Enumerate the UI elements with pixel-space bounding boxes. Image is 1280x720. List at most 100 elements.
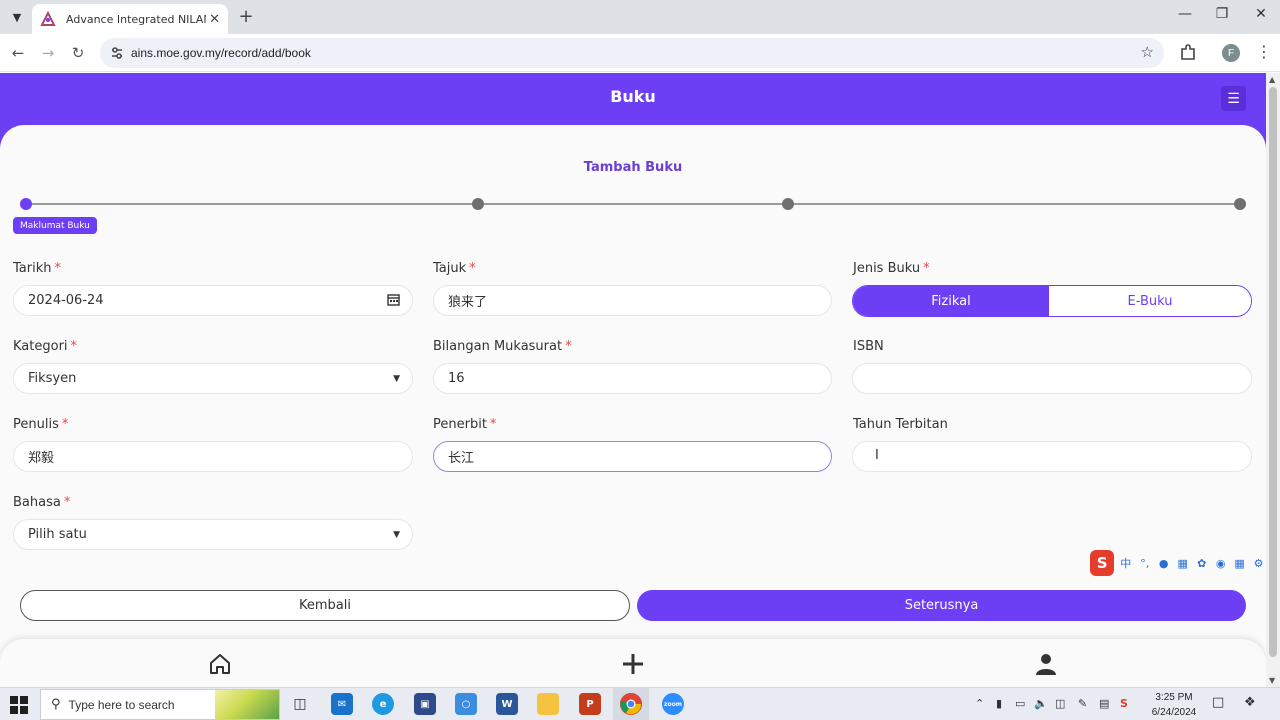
tab-close-icon[interactable]: ✕ (209, 12, 220, 27)
profile-avatar[interactable]: F (1222, 44, 1240, 62)
step-2-dot (472, 198, 484, 210)
punctuation-icon[interactable]: °, (1137, 557, 1152, 570)
skin-icon[interactable]: ✿ (1194, 557, 1209, 570)
bookmark-star-icon[interactable]: ☆ (1141, 43, 1154, 61)
file-explorer-icon[interactable] (537, 693, 559, 715)
search-icon: ⚲ (51, 697, 61, 712)
ime-mode[interactable]: 中 (1118, 555, 1133, 571)
seterusnya-button[interactable]: Seterusnya (637, 590, 1246, 621)
scroll-up-icon[interactable]: ▲ (1269, 75, 1275, 84)
caret-down-icon: ▼ (393, 530, 400, 540)
taskbar-clock[interactable]: 3:25 PM 6/24/2024 (1142, 690, 1206, 720)
home-icon[interactable] (207, 651, 233, 677)
bahasa-select[interactable]: Pilih satu ▼ (13, 519, 413, 550)
isbn-input[interactable] (852, 363, 1252, 394)
bottom-nav (0, 639, 1266, 687)
battery-icon[interactable]: ▭ (1015, 697, 1025, 710)
site-favicon-icon (40, 11, 56, 27)
back-arrow-icon[interactable]: ← (8, 43, 28, 63)
zoom-icon[interactable]: zoom (662, 693, 684, 715)
penulis-input[interactable]: 郑毅 (13, 441, 413, 472)
extensions-icon[interactable] (1178, 43, 1198, 63)
step-badge: Maklumat Buku (13, 217, 97, 234)
mail-icon[interactable]: ✉ (331, 693, 353, 715)
network-icon[interactable]: ◫ (1055, 697, 1065, 710)
kembali-button[interactable]: Kembali (20, 590, 630, 621)
sogou-ime-icon[interactable]: S (1090, 550, 1115, 576)
bilangan-mukasurat-value: 16 (448, 371, 465, 386)
penerbit-input[interactable]: 长江 (433, 441, 832, 472)
chat-app-icon[interactable]: ○ (455, 693, 477, 715)
jenis-buku-label: Jenis Buku * (853, 261, 930, 276)
penerbit-label: Penerbit * (433, 417, 497, 432)
bilangan-mukasurat-input[interactable]: 16 (433, 363, 832, 394)
browser-toolbar: ← → ↻ ains.moe.gov.my/record/add/book ☆ … (0, 34, 1280, 72)
task-view-icon[interactable]: ◫ (289, 693, 311, 715)
kategori-label: Kategori * (13, 339, 78, 354)
tab-search-dropdown-icon[interactable]: ▼ (6, 7, 28, 27)
new-tab-icon[interactable]: + (236, 6, 256, 27)
tahun-terbitan-input[interactable]: I (852, 441, 1252, 472)
close-window-icon[interactable]: ✕ (1251, 6, 1271, 22)
tajuk-label: Tajuk * (433, 261, 476, 276)
pen-icon[interactable]: ✎ (1078, 697, 1087, 710)
penulis-label: Penulis * (13, 417, 69, 432)
clock-time: 3:25 PM (1155, 692, 1193, 703)
site-info-icon[interactable] (109, 45, 125, 61)
chat-icon[interactable]: ◉ (1213, 557, 1228, 570)
bahasa-label: Bahasa * (13, 495, 71, 510)
notification-icon[interactable]: □ (1212, 695, 1224, 710)
fizikal-option[interactable]: Fizikal (853, 286, 1049, 316)
microphone-icon[interactable]: ● (1156, 557, 1171, 570)
browser-tab[interactable]: Advance Integrated NILAM Sys ✕ (32, 4, 228, 34)
edge-icon[interactable]: e (372, 693, 394, 715)
profile-user-icon[interactable] (1033, 651, 1059, 677)
tarikh-value: 2024-06-24 (28, 293, 104, 308)
sogou-tray-icon[interactable]: S (1120, 697, 1128, 710)
windows-start-icon[interactable] (10, 696, 28, 714)
settings-gear-icon[interactable]: ⚙ (1251, 557, 1266, 570)
address-bar[interactable]: ains.moe.gov.my/record/add/book ☆ (100, 38, 1164, 68)
calendar-icon[interactable] (387, 293, 400, 309)
chrome-icon[interactable] (620, 693, 642, 715)
keyboard-icon[interactable]: ▦ (1175, 557, 1190, 570)
store-icon[interactable]: ▣ (414, 693, 436, 715)
hamburger-menu-icon[interactable]: ☰ (1221, 86, 1246, 111)
show-hidden-icons-icon[interactable]: ⌃ (975, 697, 984, 710)
minimize-icon[interactable]: — (1175, 6, 1195, 22)
tarikh-label: Tarikh * (13, 261, 61, 276)
toolbox-icon[interactable]: ▦ (1232, 557, 1247, 570)
ime-toolbar: S 中 °, ● ▦ ✿ ◉ ▦ ⚙ (1090, 548, 1266, 578)
word-icon[interactable]: W (496, 693, 518, 715)
text-cursor-icon: I (875, 448, 879, 463)
kategori-select[interactable]: Fiksyen ▼ (13, 363, 413, 394)
microphone-tray-icon[interactable]: ▮ (996, 697, 1002, 710)
search-highlight-image (215, 690, 279, 719)
form-title: Tambah Buku (583, 160, 683, 175)
step-1-dot (20, 198, 32, 210)
maximize-icon[interactable]: ❐ (1212, 6, 1232, 22)
powerpoint-icon[interactable]: P (579, 693, 601, 715)
taskbar-search-placeholder: Type here to search (68, 697, 175, 712)
page-scrollbar[interactable]: ▲ ▼ (1266, 73, 1280, 687)
scrollbar-thumb[interactable] (1269, 87, 1277, 657)
step-4-dot (1234, 198, 1246, 210)
e-buku-option[interactable]: E-Buku (1049, 286, 1251, 316)
tarikh-date-input[interactable]: 2024-06-24 (13, 285, 413, 316)
caret-down-icon: ▼ (393, 374, 400, 384)
url-text: ains.moe.gov.my/record/add/book (131, 46, 311, 60)
volume-icon[interactable]: 🔈 (1034, 697, 1048, 710)
penerbit-value: 长江 (448, 451, 475, 466)
browser-menu-icon[interactable]: ⋮ (1256, 42, 1272, 61)
tajuk-input[interactable]: 狼来了 (433, 285, 832, 316)
ime-tray-icon[interactable]: ▤ (1099, 697, 1109, 710)
tajuk-value: 狼来了 (448, 295, 488, 310)
copilot-icon[interactable]: ❖ (1244, 695, 1256, 710)
taskbar: ⚲ Type here to search ◫ ✉ e ▣ ○ W P zoom… (0, 687, 1280, 720)
taskbar-search[interactable]: ⚲ Type here to search (40, 689, 280, 720)
scroll-down-icon[interactable]: ▼ (1269, 676, 1275, 685)
forward-arrow-icon[interactable]: → (38, 43, 58, 63)
reload-icon[interactable]: ↻ (68, 43, 88, 63)
clock-date: 6/24/2024 (1151, 707, 1197, 718)
add-icon[interactable] (620, 651, 646, 677)
